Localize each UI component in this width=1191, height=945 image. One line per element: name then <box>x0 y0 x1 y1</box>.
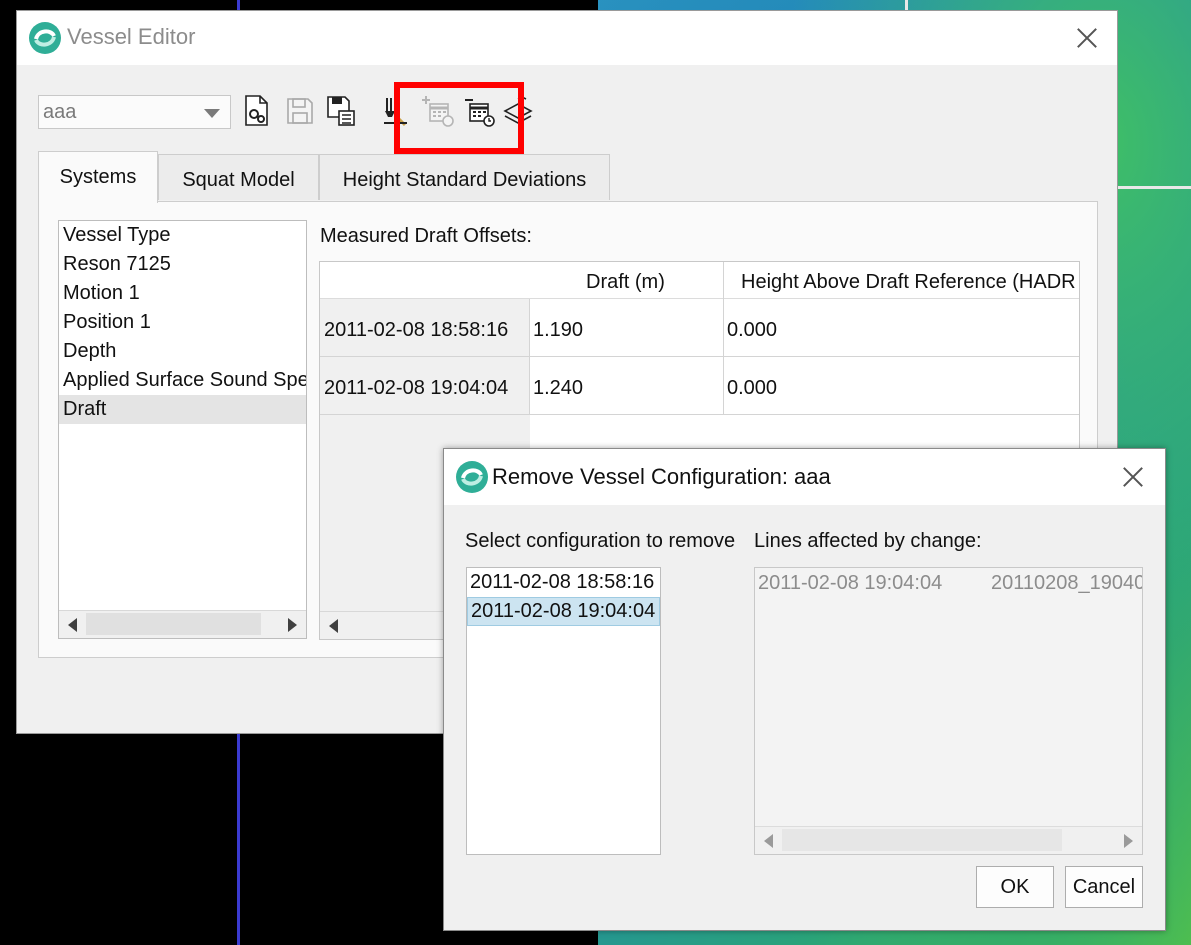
vessel-select-value: aaa <box>43 101 77 123</box>
table-row-time[interactable]: 2011-02-08 19:04:04 <box>324 377 508 400</box>
table-cell-draft[interactable]: 1.240 <box>533 377 583 400</box>
highlight-box <box>394 82 524 154</box>
vessel-select[interactable]: aaa <box>38 95 231 129</box>
affected-line-time: 2011-02-08 19:04:04 <box>758 572 943 594</box>
horizontal-scrollbar[interactable] <box>59 610 306 638</box>
affected-line-name: 20110208_190404 <box>991 572 1143 594</box>
systems-item[interactable]: Depth <box>59 337 306 366</box>
systems-item[interactable]: Vessel Type <box>59 221 306 250</box>
scroll-left-icon[interactable] <box>329 619 338 633</box>
configuration-item-selected[interactable]: 2011-02-08 19:04:04 <box>467 597 660 626</box>
column-header-draft[interactable]: Draft (m) <box>586 271 665 294</box>
systems-item[interactable]: Position 1 <box>59 308 306 337</box>
chevron-down-icon <box>204 109 220 118</box>
table-cell-hadr[interactable]: 0.000 <box>727 319 777 342</box>
table-cell-hadr[interactable]: 0.000 <box>727 377 777 400</box>
scroll-left-icon[interactable] <box>764 834 773 848</box>
horizontal-scrollbar[interactable] <box>755 826 1142 854</box>
vessel-editor-titlebar: Vessel Editor <box>17 11 1117 65</box>
tab-height-standard-deviations[interactable]: Height Standard Deviations <box>319 154 610 200</box>
systems-item[interactable]: Applied Surface Sound Spe <box>59 366 306 395</box>
cancel-button[interactable]: Cancel <box>1065 866 1143 908</box>
measured-draft-offsets-label: Measured Draft Offsets: <box>320 225 532 247</box>
table-row-time[interactable]: 2011-02-08 18:58:16 <box>324 319 508 342</box>
app-logo-icon <box>29 22 61 54</box>
column-divider <box>529 299 530 415</box>
window-title: Vessel Editor <box>67 24 196 49</box>
app-logo-icon <box>456 461 488 493</box>
tab-squat-model[interactable]: Squat Model <box>158 154 319 200</box>
systems-item[interactable]: Reson 7125 <box>59 250 306 279</box>
close-icon[interactable] <box>1118 462 1148 492</box>
save-as-icon[interactable] <box>326 95 356 127</box>
dialog-titlebar: Remove Vessel Configuration: aaa <box>444 449 1165 505</box>
scroll-left-icon[interactable] <box>68 618 77 632</box>
scrollbar-thumb[interactable] <box>782 829 1062 851</box>
configuration-list[interactable]: 2011-02-08 18:58:16 2011-02-08 19:04:04 <box>466 567 661 855</box>
systems-item-draft[interactable]: Draft <box>59 395 306 424</box>
row-divider <box>320 356 1079 357</box>
select-configuration-label: Select configuration to remove <box>465 530 736 552</box>
remove-configuration-dialog: Remove Vessel Configuration: aaa Select … <box>443 448 1166 931</box>
table-cell-draft[interactable]: 1.190 <box>533 319 583 342</box>
ok-button[interactable]: OK <box>976 866 1054 908</box>
settings-document-icon[interactable] <box>243 95 273 127</box>
systems-item[interactable]: Motion 1 <box>59 279 306 308</box>
systems-list[interactable]: Vessel Type Reson 7125 Motion 1 Position… <box>58 220 307 639</box>
save-icon[interactable] <box>285 95 315 127</box>
lines-affected-label: Lines affected by change: <box>754 530 982 552</box>
configuration-item[interactable]: 2011-02-08 18:58:16 <box>467 568 660 597</box>
close-icon[interactable] <box>1072 23 1102 53</box>
row-divider <box>320 414 1079 415</box>
tab-systems[interactable]: Systems <box>38 151 158 203</box>
dialog-title: Remove Vessel Configuration: aaa <box>492 464 831 489</box>
scroll-right-icon[interactable] <box>288 618 297 632</box>
background-grid-line <box>1118 186 1191 189</box>
affected-lines-list[interactable]: 2011-02-08 19:04:04 20110208_190404 <box>754 567 1143 855</box>
column-header-hadr[interactable]: Height Above Draft Reference (HADR <box>741 271 1076 294</box>
column-divider <box>723 262 724 415</box>
scrollbar-thumb[interactable] <box>86 613 261 635</box>
table-header: Draft (m) Height Above Draft Reference (… <box>320 262 1079 299</box>
scroll-right-icon[interactable] <box>1124 834 1133 848</box>
